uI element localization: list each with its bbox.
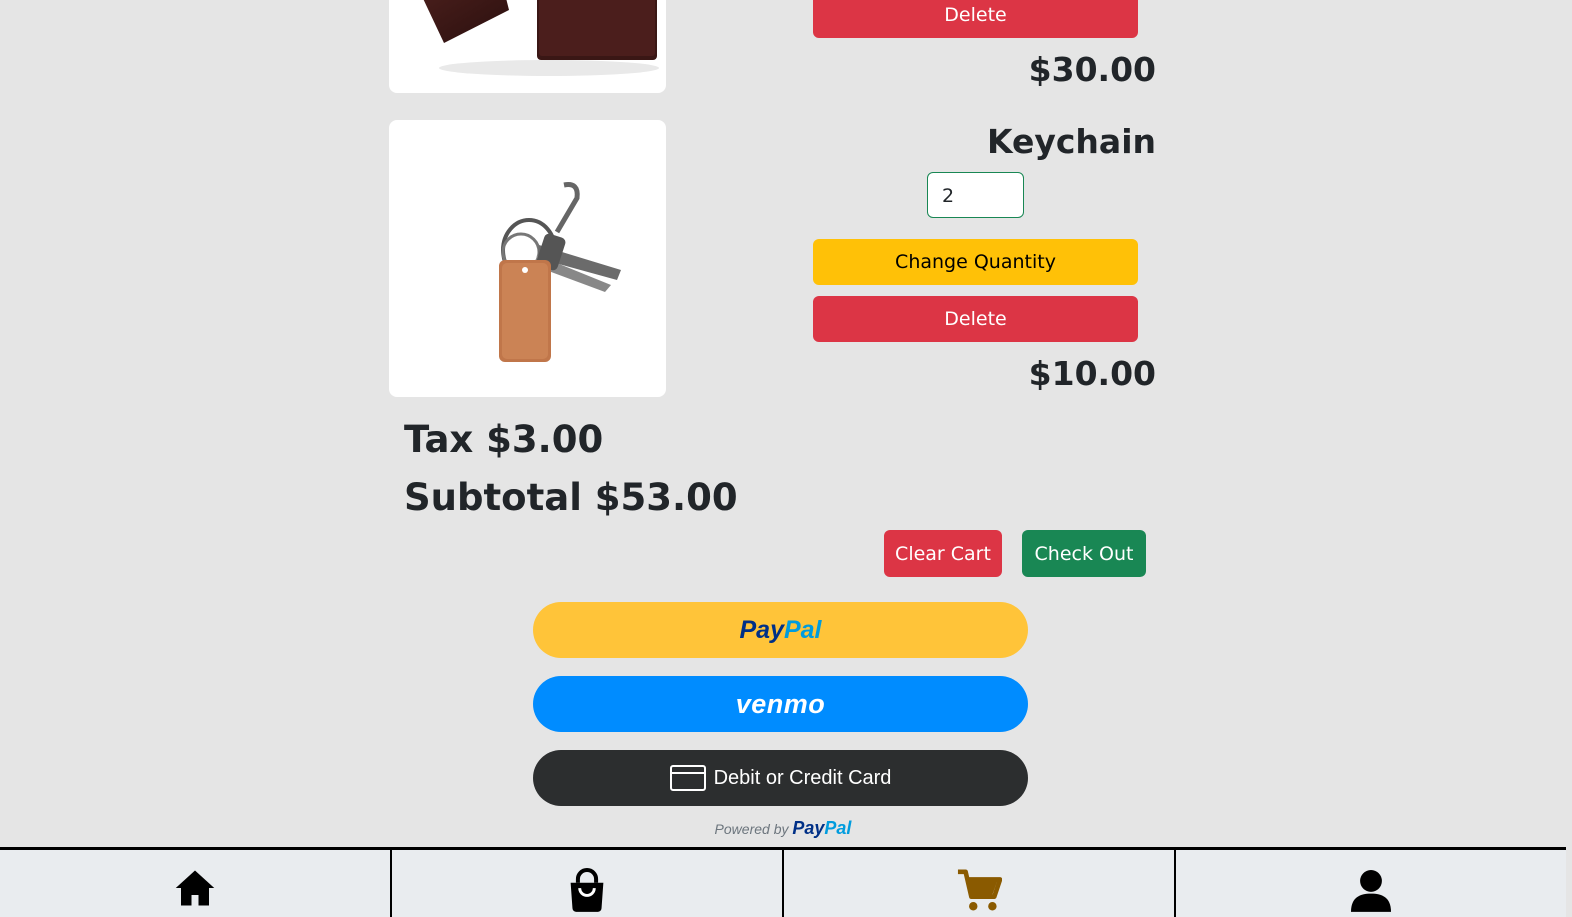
paypal-button[interactable]: PayPal (533, 602, 1028, 658)
home-icon (175, 870, 215, 906)
delete-button[interactable]: Delete (813, 0, 1138, 38)
nav-home[interactable] (0, 850, 392, 917)
keychain-icon (499, 182, 621, 362)
nav-account[interactable] (1176, 850, 1566, 917)
item-name: Keychain (986, 122, 1156, 161)
keychain-image (389, 120, 666, 397)
paypal-logo: PayPal (739, 616, 821, 645)
venmo-button[interactable]: venmo (533, 676, 1028, 732)
tax-total: Tax $3.00 (404, 418, 604, 461)
card-label: Debit or Credit Card (713, 766, 892, 789)
powered-paypal-logo: PayPal (792, 818, 851, 838)
nav-cart[interactable] (784, 850, 1176, 917)
bottom-nav (0, 847, 1566, 917)
credit-card-icon (669, 765, 706, 791)
wallet-image (389, 0, 666, 93)
quantity-input[interactable]: 2 (927, 172, 1024, 218)
shopping-bag-icon (570, 868, 604, 912)
clear-cart-button[interactable]: Clear Cart (884, 530, 1002, 577)
user-icon (1351, 870, 1391, 912)
powered-logo-pal: Pal (824, 818, 852, 838)
nav-shop[interactable] (392, 850, 784, 917)
item-price: $10.00 (1028, 354, 1156, 393)
change-quantity-button[interactable]: Change Quantity (813, 239, 1138, 285)
paypal-logo-pay: Pay (739, 615, 784, 644)
check-out-button[interactable]: Check Out (1022, 530, 1146, 577)
delete-button[interactable]: Delete (813, 296, 1138, 342)
powered-logo-pay: Pay (792, 818, 825, 838)
powered-by-text: Powered by (714, 821, 789, 837)
cart-icon (957, 869, 1002, 911)
subtotal: Subtotal $53.00 (404, 476, 738, 519)
powered-by-paypal: Powered by PayPal (0, 818, 1566, 839)
venmo-logo: venmo (735, 688, 826, 719)
item-price: $30.00 (1028, 50, 1156, 89)
debit-credit-card-button[interactable]: Debit or Credit Card (533, 750, 1028, 806)
wallet-icon (423, 0, 659, 76)
paypal-logo-pal: Pal (783, 615, 822, 644)
